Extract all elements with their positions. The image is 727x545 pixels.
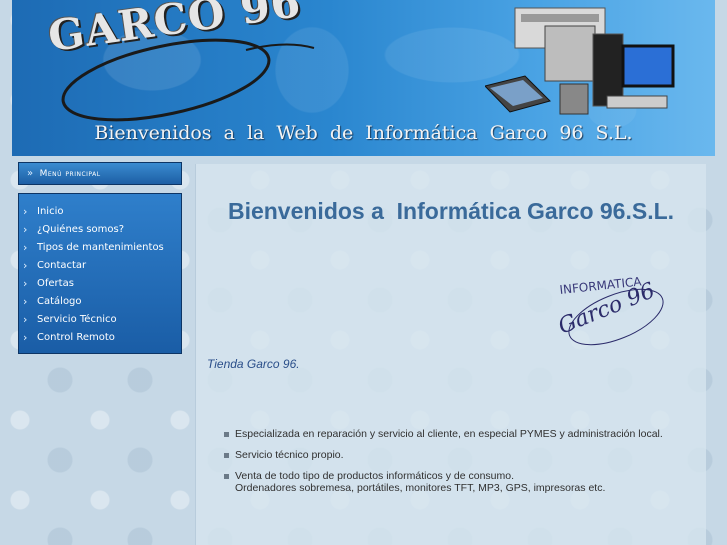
menu-item-ofertas[interactable]: › Ofertas [19,274,181,292]
chevron-right-icon: › [23,222,28,236]
menu-item-label: Contactar [37,259,87,271]
menu-item-label: Ofertas [37,277,74,289]
chevron-right-icon: › [23,330,28,344]
main-menu-title-label: Menú principal [39,168,101,179]
menu-item-inicio[interactable]: › Inicio [19,202,181,220]
menu-item-label: Servicio Técnico [37,313,117,325]
list-item-text: Especializada en reparación y servicio a… [235,428,663,440]
menu-item-catalogo[interactable]: › Catálogo [19,292,181,310]
garco-brand-logo: INFORMATICA Garco 96 [556,274,664,346]
menu-item-label: Control Remoto [37,331,115,343]
menu-item-label: Tipos de mantenimientos [37,241,164,253]
site-tagline: Bienvenidos a la Web de Informática Garc… [94,122,633,144]
menu-item-contactar[interactable]: › Contactar [19,256,181,274]
chevron-right-icon: › [23,294,28,308]
chevron-right-icon: › [23,312,28,326]
menu-item-quienes-somos[interactable]: › ¿Quiénes somos? [19,220,181,238]
chevron-right-icon: › [23,204,28,218]
list-item: Servicio técnico propio. [224,449,694,461]
menu-item-control-remoto[interactable]: › Control Remoto [19,328,181,346]
list-item-text: Servicio técnico propio. [235,449,344,461]
menu-item-tipos-mantenimientos[interactable]: › Tipos de mantenimientos [19,238,181,256]
menu-item-label: Inicio [37,205,64,217]
chevron-right-icon: › [23,240,28,254]
double-chevron-icon: » [27,168,34,179]
list-item: Venta de todo tipo de productos informát… [224,470,694,494]
list-item-text: Venta de todo tipo de productos informát… [235,470,515,482]
chevron-right-icon: › [23,258,28,272]
main-menu: › Inicio › ¿Quiénes somos? › Tipos de ma… [18,193,182,354]
page-title: Bienvenidos a Informática Garco 96.S.L. [227,198,675,224]
menu-item-servicio-tecnico[interactable]: › Servicio Técnico [19,310,181,328]
menu-item-label: ¿Quiénes somos? [37,223,125,235]
menu-item-label: Catálogo [37,295,82,307]
services-list: Especializada en reparación y servicio a… [224,428,694,503]
list-item-text-secondary: Ordenadores sobremesa, portátiles, monit… [235,482,606,494]
computer-devices-illustration [485,7,675,115]
list-item: Especializada en reparación y servicio a… [224,428,694,440]
site-header: GARCO 96 Bienvenidos a la Web de Informá… [12,0,715,156]
chevron-right-icon: › [23,276,28,290]
main-content: Bienvenidos a Informática Garco 96.S.L. … [195,164,706,545]
main-menu-title: » Menú principal [18,162,182,185]
tienda-label: Tienda Garco 96. [207,357,300,371]
